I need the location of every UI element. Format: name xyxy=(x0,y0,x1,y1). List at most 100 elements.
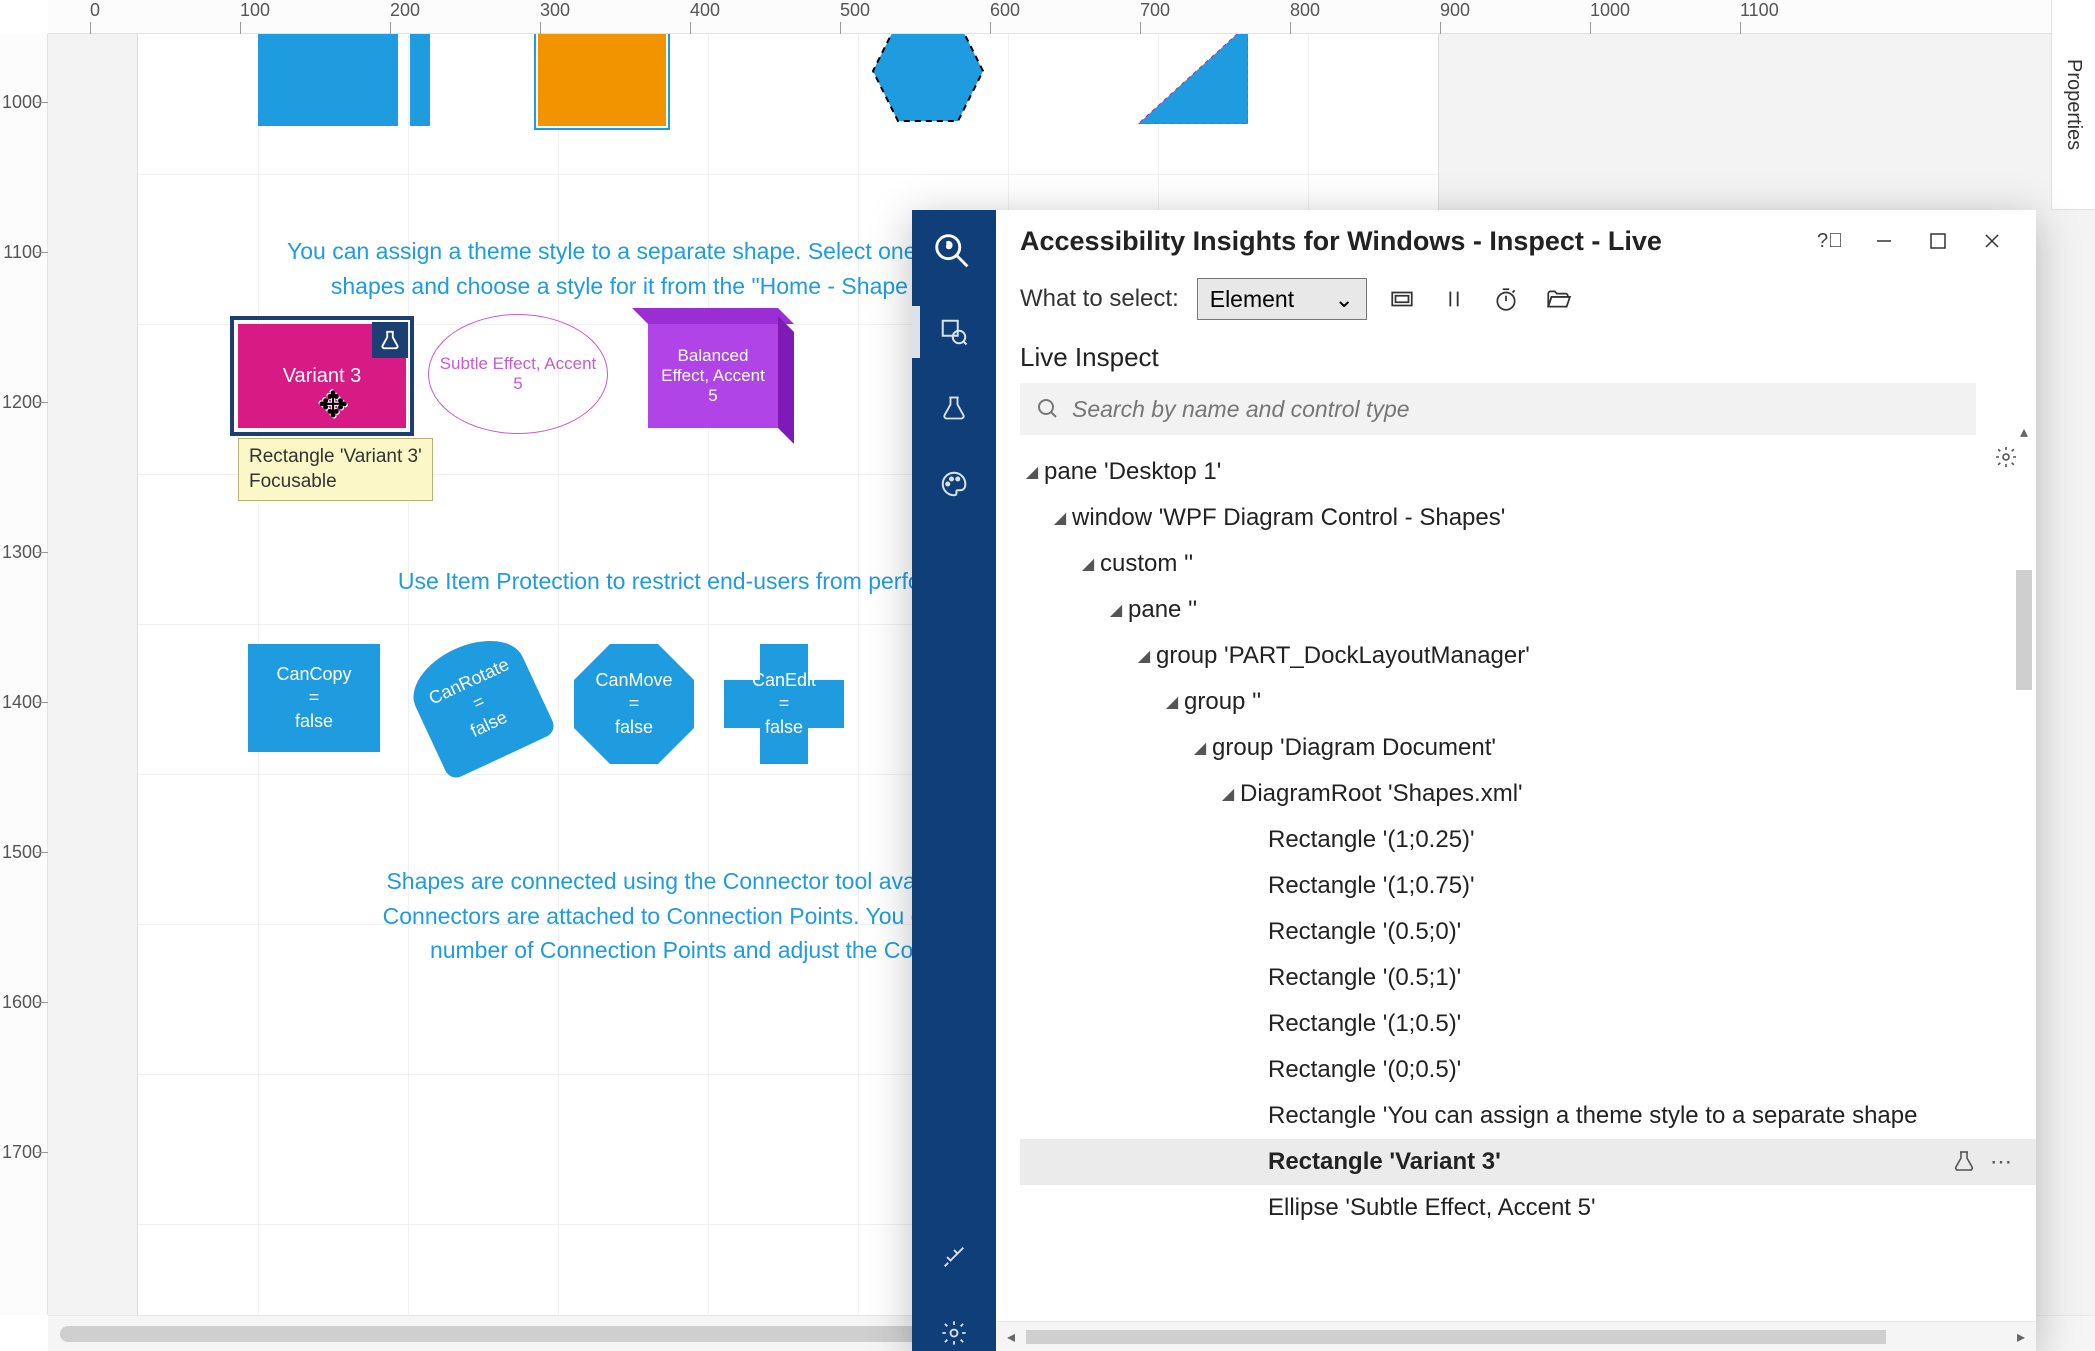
ruler-h-tick: 600 xyxy=(990,0,1020,21)
cancopy-label: CanCopy = false xyxy=(276,663,351,733)
maximize-button[interactable] xyxy=(1918,221,1958,261)
properties-panel-tab[interactable]: Properties xyxy=(2051,0,2095,210)
shape-hexagon[interactable] xyxy=(868,34,988,126)
scroll-up-icon[interactable]: ▴ xyxy=(2012,420,2036,444)
cube-front-face: Balanced Effect, Accent 5 xyxy=(648,324,778,428)
tree-row-label: pane 'Desktop 1' xyxy=(1044,458,1221,486)
tree-row[interactable]: ◢group '' xyxy=(1020,679,2036,725)
help-button[interactable]: ?⃝ xyxy=(1810,221,1850,261)
tree-row[interactable]: Rectangle '(0.5;0)' xyxy=(1020,909,2036,955)
tree-row-selected[interactable]: Rectangle 'Variant 3' ⋯ xyxy=(1020,1139,2036,1185)
ruler-v-tick: 1500 xyxy=(0,842,42,863)
aiw-vertical-scrollbar[interactable]: ▴ xyxy=(2012,420,2036,1321)
tree-row-label: Rectangle '(1;0.25)' xyxy=(1268,826,1475,854)
row-beaker-icon[interactable] xyxy=(1952,1149,1976,1173)
tree-row[interactable]: ◢group 'PART_DockLayoutManager' xyxy=(1020,633,2036,679)
aiw-vscroll-thumb[interactable] xyxy=(2016,570,2032,690)
tree-row[interactable]: ◢pane 'Desktop 1' xyxy=(1020,449,2036,495)
tree-expand-icon[interactable]: ◢ xyxy=(1048,508,1072,528)
tree-expand-icon[interactable]: ◢ xyxy=(1160,692,1184,712)
tree-row-label: Rectangle 'Variant 3' xyxy=(1268,1148,1501,1176)
ruler-h-tick: 400 xyxy=(690,0,720,21)
tree-row-label: Rectangle '(1;0.5)' xyxy=(1268,1010,1461,1038)
sidebar-settings-icon[interactable] xyxy=(936,1315,972,1351)
accessibility-insights-window: Accessibility Insights for Windows - Ins… xyxy=(912,210,2036,1351)
aiw-title-text: Accessibility Insights for Windows - Ins… xyxy=(1020,226,1796,257)
close-button[interactable] xyxy=(1972,221,2012,261)
open-file-tool-icon[interactable] xyxy=(1541,282,1575,316)
tree-row-label: Rectangle '(0;0.5)' xyxy=(1268,1056,1461,1084)
sidebar-color-icon[interactable] xyxy=(936,466,972,502)
tooltip-line-2: Focusable xyxy=(249,470,422,495)
tree-row[interactable]: ◢window 'WPF Diagram Control - Shapes' xyxy=(1020,495,2036,541)
tree-expand-icon[interactable]: ◢ xyxy=(1216,784,1240,804)
shape-canmove[interactable]: CanMove = false xyxy=(574,644,694,764)
tree-row[interactable]: ◢pane '' xyxy=(1020,587,2036,633)
aiw-horizontal-scrollbar[interactable]: ◂ ▸ xyxy=(996,1321,2036,1351)
minimize-button[interactable] xyxy=(1864,221,1904,261)
ruler-v-tick: 1100 xyxy=(0,242,42,263)
shape-square-orange-selected[interactable] xyxy=(538,34,666,126)
sidebar-connect-icon[interactable] xyxy=(936,1239,972,1275)
shape-rectangle-blue[interactable] xyxy=(258,34,398,126)
tree-row[interactable]: Rectangle 'You can assign a theme style … xyxy=(1020,1093,2036,1139)
aiw-toolbar: What to select: Element ⌄ xyxy=(996,272,2036,334)
ruler-v-tick: 1700 xyxy=(0,1142,42,1163)
tree-row-label: Rectangle '(0.5;1)' xyxy=(1268,964,1461,992)
tree-row[interactable]: Ellipse 'Subtle Effect, Accent 5' xyxy=(1020,1185,2036,1231)
highlighter-tool-icon[interactable] xyxy=(1385,282,1419,316)
search-icon xyxy=(1036,397,1060,421)
tree-row[interactable]: Rectangle '(1;0.75)' xyxy=(1020,863,2036,909)
timer-tool-icon[interactable] xyxy=(1489,282,1523,316)
tree-row[interactable]: ◢group 'Diagram Document' xyxy=(1020,725,2036,771)
tree-row-label: Ellipse 'Subtle Effect, Accent 5' xyxy=(1268,1194,1596,1222)
canedit-label: CanEdit = false xyxy=(752,669,816,739)
sidebar-inspect-icon[interactable] xyxy=(936,314,972,350)
search-input[interactable] xyxy=(1072,396,1960,423)
live-inspect-heading: Live Inspect xyxy=(996,334,2036,383)
search-box[interactable] xyxy=(1020,383,1976,435)
scroll-left-icon[interactable]: ◂ xyxy=(1000,1326,1022,1348)
tree-row[interactable]: Rectangle '(1;0.25)' xyxy=(1020,817,2036,863)
tree-row[interactable]: Rectangle '(1;0.5)' xyxy=(1020,1001,2036,1047)
tree-row[interactable]: Rectangle '(0.5;1)' xyxy=(1020,955,2036,1001)
ruler-horizontal: 010020030040050060070080090010001100 xyxy=(48,0,2095,34)
canrotate-label: CanRotate = false xyxy=(425,653,533,753)
dropdown-value: Element xyxy=(1210,286,1294,313)
sidebar-test-icon[interactable] xyxy=(936,390,972,426)
aiw-hscroll-thumb[interactable] xyxy=(1026,1330,1886,1344)
shape-ellipse-subtle[interactable]: Subtle Effect, Accent 5 xyxy=(428,314,608,434)
tree-row-label: DiagramRoot 'Shapes.xml' xyxy=(1240,780,1523,808)
ui-automation-tree[interactable]: ◢pane 'Desktop 1'◢window 'WPF Diagram Co… xyxy=(996,445,2036,1321)
canmove-label: CanMove = false xyxy=(595,669,672,739)
row-more-icon[interactable]: ⋯ xyxy=(1990,1149,2012,1175)
cube-side-face xyxy=(778,316,794,444)
scrollbar-thumb[interactable] xyxy=(60,1326,940,1342)
tree-row[interactable]: ◢DiagramRoot 'Shapes.xml' xyxy=(1020,771,2036,817)
shape-triangle-outline xyxy=(1138,34,1248,124)
tree-row[interactable]: Rectangle '(0;0.5)' xyxy=(1020,1047,2036,1093)
tree-expand-icon[interactable]: ◢ xyxy=(1020,462,1044,482)
shape-cube-balanced[interactable]: Balanced Effect, Accent 5 xyxy=(648,308,798,428)
tree-row[interactable]: ◢custom '' xyxy=(1020,541,2036,587)
ellipse-label: Subtle Effect, Accent 5 xyxy=(439,354,597,394)
tree-expand-icon[interactable]: ◢ xyxy=(1132,646,1156,666)
tree-expand-icon[interactable]: ◢ xyxy=(1104,600,1128,620)
tree-row-label: Rectangle '(0.5;0)' xyxy=(1268,918,1461,946)
tree-expand-icon[interactable]: ◢ xyxy=(1076,554,1100,574)
shape-cancopy[interactable]: CanCopy = false xyxy=(248,644,380,752)
tree-row-label: group 'PART_DockLayoutManager' xyxy=(1156,642,1530,670)
shape-rectangle-sliver[interactable] xyxy=(410,34,430,126)
what-to-select-dropdown[interactable]: Element ⌄ xyxy=(1197,278,1367,320)
tree-row-label: Rectangle '(1;0.75)' xyxy=(1268,872,1475,900)
chevron-down-icon: ⌄ xyxy=(1334,286,1353,313)
pause-tool-icon[interactable] xyxy=(1437,282,1471,316)
tree-row-label: pane '' xyxy=(1128,596,1197,624)
scroll-right-icon[interactable]: ▸ xyxy=(2010,1326,2032,1348)
cube-label: Balanced Effect, Accent 5 xyxy=(656,346,770,406)
ruler-v-tick: 1200 xyxy=(0,392,42,413)
tree-expand-icon[interactable]: ◢ xyxy=(1188,738,1212,758)
tree-row-label: custom '' xyxy=(1100,550,1193,578)
cube-top-face xyxy=(632,308,794,324)
properties-tab-label: Properties xyxy=(2062,59,2085,150)
